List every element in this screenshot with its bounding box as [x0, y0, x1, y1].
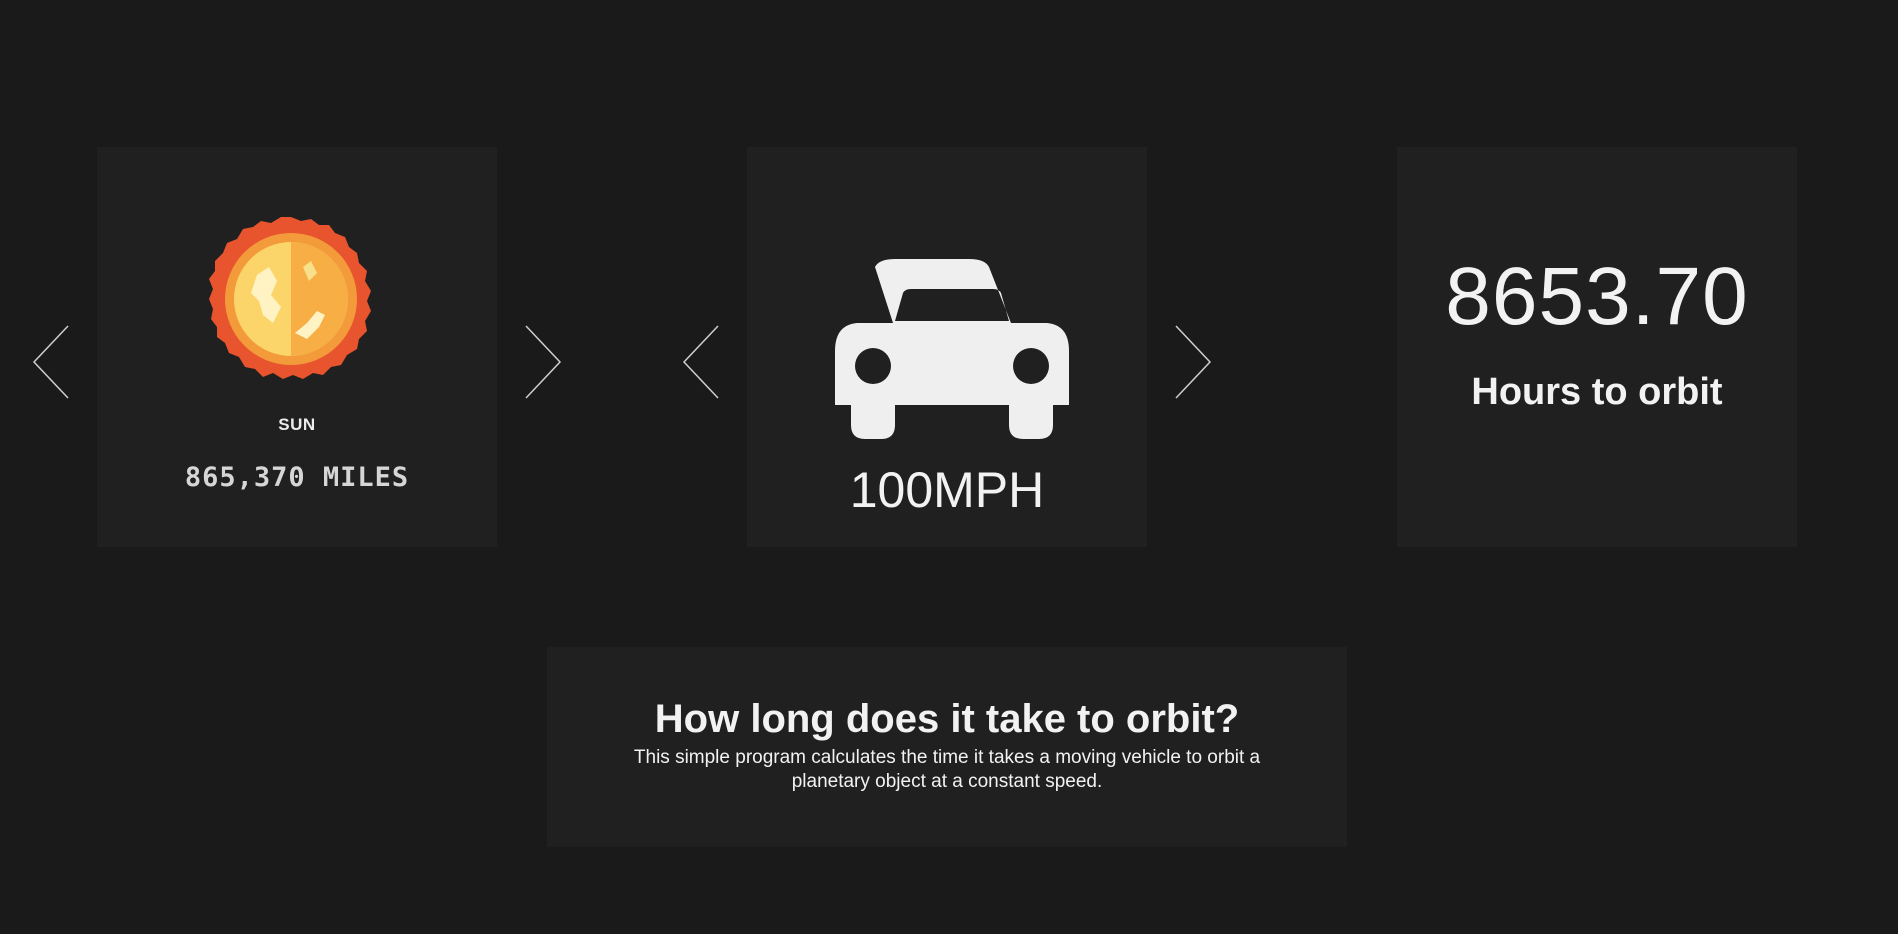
vehicle-next-arrow[interactable]	[1170, 322, 1214, 402]
result-value: 8653.70	[1445, 251, 1749, 342]
info-description: This simple program calculates the time …	[633, 747, 1261, 792]
result-card: 8653.70 Hours to orbit	[1397, 147, 1797, 547]
info-card: How long does it take to orbit? This sim…	[547, 647, 1347, 847]
result-label: Hours to orbit	[1471, 371, 1723, 413]
vehicle-prev-arrow[interactable]	[680, 322, 724, 402]
vehicle-speed: 100MPH	[849, 462, 1045, 518]
planet-next-arrow[interactable]	[520, 322, 564, 402]
planet-prev-arrow[interactable]	[30, 322, 74, 402]
vehicle-card: 100MPH	[747, 147, 1147, 547]
planet-distance: 865,370 MILES	[184, 462, 410, 493]
planet-card: SUN 865,370 MILES	[97, 147, 497, 547]
chevron-right-icon	[525, 325, 562, 399]
planet-name: SUN	[278, 415, 316, 434]
chevron-right-icon	[1175, 325, 1212, 399]
car-icon	[835, 259, 1069, 439]
info-title: How long does it take to orbit?	[654, 697, 1240, 741]
sun-icon	[209, 217, 371, 379]
chevron-left-icon	[32, 325, 69, 399]
chevron-left-icon	[682, 325, 719, 399]
